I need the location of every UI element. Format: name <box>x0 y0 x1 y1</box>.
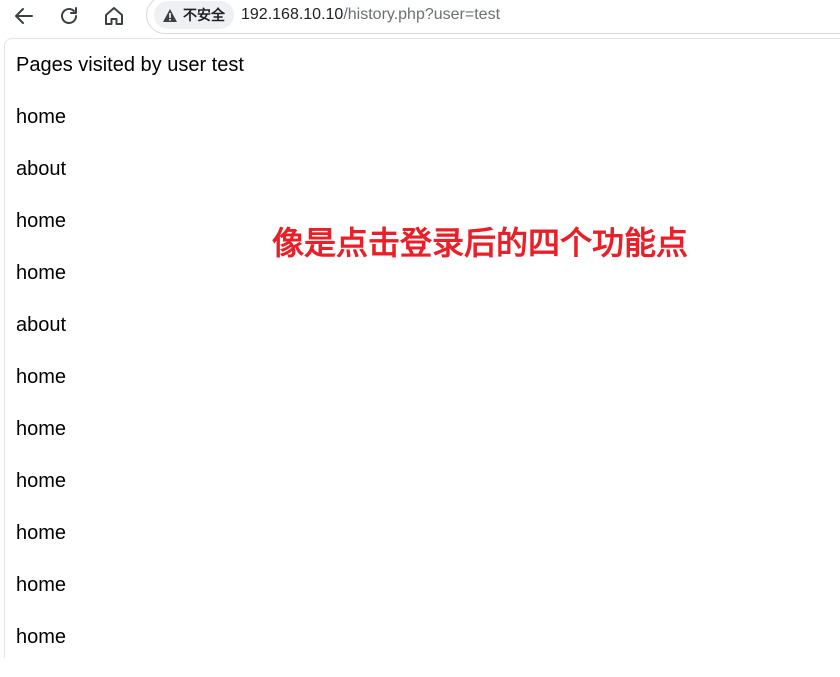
warning-triangle-icon <box>163 8 177 22</box>
list-item: home <box>16 366 67 388</box>
home-button[interactable] <box>97 0 131 32</box>
browser-toolbar: 不安全 192.168.10.10/history.php?user=test <box>0 0 840 34</box>
list-item: home <box>16 470 67 492</box>
page-viewport: Pages visited by user test home about ho… <box>4 38 840 658</box>
security-indicator[interactable]: 不安全 <box>154 1 234 29</box>
home-icon <box>105 7 123 25</box>
list-item: home <box>16 262 67 284</box>
list-item: about <box>16 314 67 336</box>
reload-icon <box>61 7 77 24</box>
back-button[interactable] <box>7 0 41 32</box>
list-item: home <box>16 106 67 128</box>
reload-button[interactable] <box>52 0 86 32</box>
page-title: Pages visited by user test <box>16 54 244 76</box>
address-bar[interactable]: 不安全 192.168.10.10/history.php?user=test <box>146 0 840 34</box>
list-item: home <box>16 210 67 232</box>
list-item: home <box>16 626 67 648</box>
arrow-left-icon <box>15 8 33 24</box>
url-text[interactable]: 192.168.10.10/history.php?user=test <box>241 4 500 26</box>
list-item: home <box>16 418 67 440</box>
list-item: about <box>16 158 67 180</box>
visit-list: home about home home about home home hom… <box>16 105 66 677</box>
url-path: /history.php?user=test <box>343 6 501 23</box>
list-item: home <box>16 574 67 596</box>
security-label: 不安全 <box>183 8 225 24</box>
url-host: 192.168.10.10 <box>241 6 344 23</box>
list-item: home <box>16 522 67 544</box>
annotation-text: 像是点击登录后的四个功能点 <box>272 224 689 262</box>
